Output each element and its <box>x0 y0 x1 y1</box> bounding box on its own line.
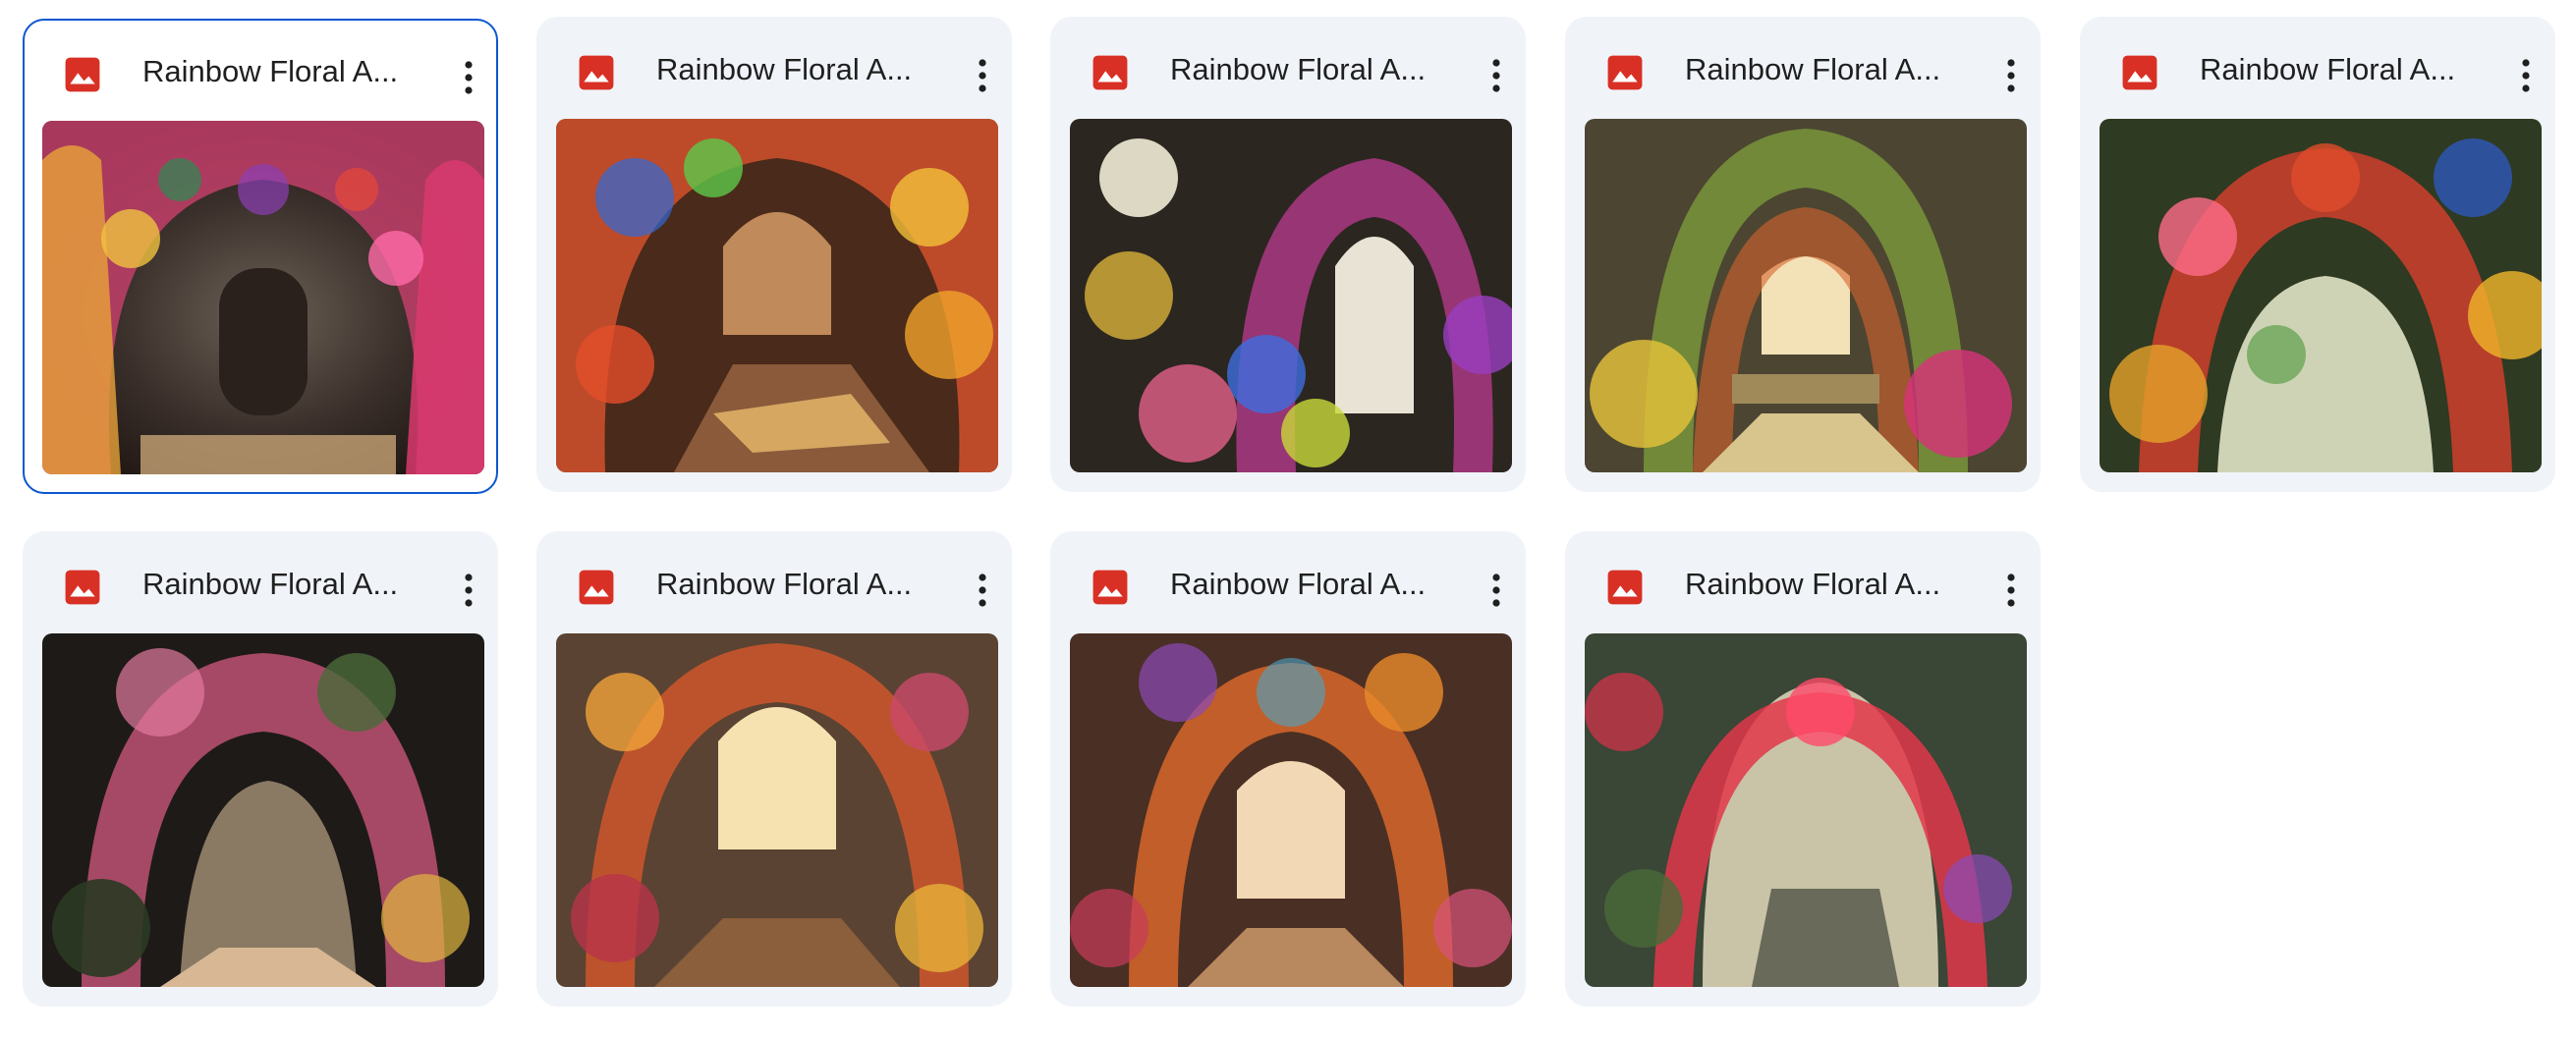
file-card[interactable]: Rainbow Floral A... <box>1565 17 2041 492</box>
file-card[interactable]: Rainbow Floral A... <box>1050 17 1526 492</box>
more-vert-icon <box>2007 574 2015 607</box>
more-vert-icon <box>1492 59 1500 92</box>
file-name[interactable]: Rainbow Floral A... <box>1170 565 1433 604</box>
file-name[interactable]: Rainbow Floral A... <box>142 52 406 91</box>
more-options-button[interactable] <box>1984 48 2039 103</box>
more-vert-icon <box>465 61 473 94</box>
more-options-button[interactable] <box>441 50 496 105</box>
file-thumbnail[interactable] <box>556 119 998 472</box>
file-card[interactable]: Rainbow Floral A... <box>536 17 1012 492</box>
file-name[interactable]: Rainbow Floral A... <box>656 50 920 89</box>
file-thumbnail[interactable] <box>42 121 484 474</box>
more-options-button[interactable] <box>955 563 1010 618</box>
more-options-button[interactable] <box>441 563 496 618</box>
image-file-icon <box>1092 55 1128 90</box>
file-card[interactable]: Rainbow Floral A... <box>2080 17 2555 492</box>
file-card[interactable]: Rainbow Floral A... <box>23 531 498 1007</box>
image-file-icon <box>579 570 614 605</box>
file-thumbnail[interactable] <box>1585 119 2027 472</box>
file-card[interactable]: Rainbow Floral A... <box>23 19 498 494</box>
more-options-button[interactable] <box>1469 48 1524 103</box>
image-file-icon <box>65 57 100 92</box>
file-card[interactable]: Rainbow Floral A... <box>536 531 1012 1007</box>
more-options-button[interactable] <box>1469 563 1524 618</box>
more-vert-icon <box>979 59 986 92</box>
file-thumbnail[interactable] <box>1585 633 2027 987</box>
image-file-icon <box>65 570 100 605</box>
more-vert-icon <box>2007 59 2015 92</box>
more-options-button[interactable] <box>1984 563 2039 618</box>
file-card[interactable]: Rainbow Floral A... <box>1050 531 1526 1007</box>
image-file-icon <box>1607 570 1643 605</box>
image-file-icon <box>1092 570 1128 605</box>
file-thumbnail[interactable] <box>1070 633 1512 987</box>
more-vert-icon <box>465 574 473 607</box>
more-vert-icon <box>1492 574 1500 607</box>
image-file-icon <box>579 55 614 90</box>
more-options-button[interactable] <box>2498 48 2553 103</box>
file-name[interactable]: Rainbow Floral A... <box>1685 50 1948 89</box>
file-thumbnail[interactable] <box>2100 119 2542 472</box>
more-vert-icon <box>979 574 986 607</box>
image-file-icon <box>1607 55 1643 90</box>
file-thumbnail[interactable] <box>42 633 484 987</box>
file-name[interactable]: Rainbow Floral A... <box>656 565 920 604</box>
file-name[interactable]: Rainbow Floral A... <box>1685 565 1948 604</box>
file-grid: Rainbow Floral A... Rainbow Floral A... … <box>0 0 2576 1039</box>
file-name[interactable]: Rainbow Floral A... <box>142 565 406 604</box>
file-name[interactable]: Rainbow Floral A... <box>2200 50 2463 89</box>
image-file-icon <box>2122 55 2157 90</box>
file-thumbnail[interactable] <box>1070 119 1512 472</box>
file-card[interactable]: Rainbow Floral A... <box>1565 531 2041 1007</box>
file-name[interactable]: Rainbow Floral A... <box>1170 50 1433 89</box>
file-thumbnail[interactable] <box>556 633 998 987</box>
more-options-button[interactable] <box>955 48 1010 103</box>
more-vert-icon <box>2522 59 2530 92</box>
